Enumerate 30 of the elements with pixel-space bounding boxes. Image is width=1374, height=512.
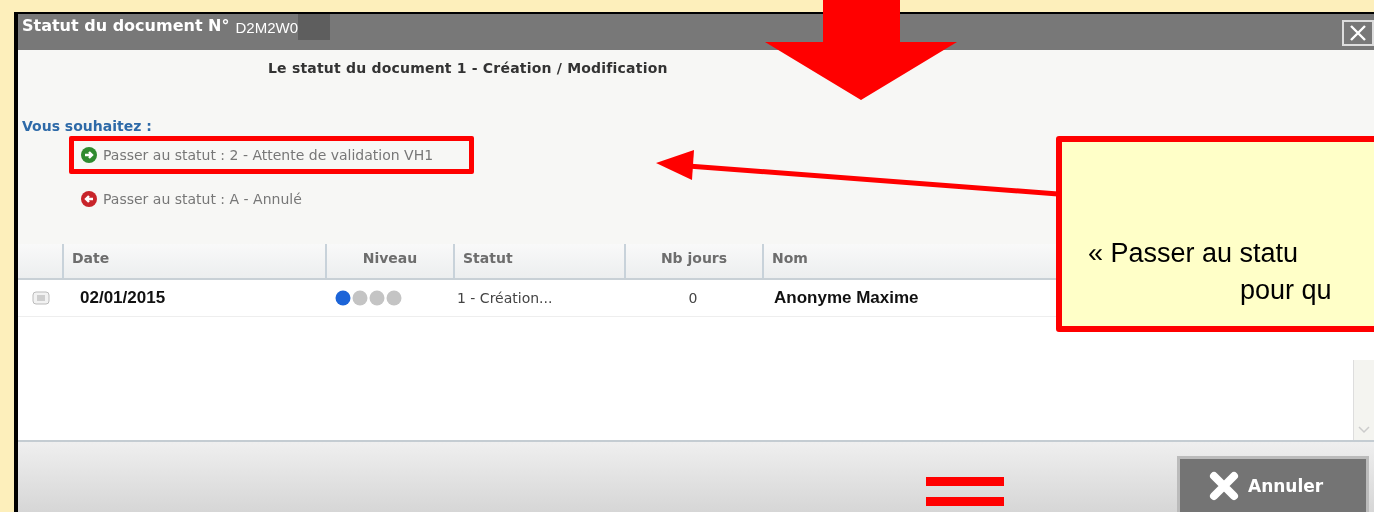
document-number: D2M2W0 [235,19,298,36]
column-header[interactable]: Date [62,244,325,278]
note-icon[interactable] [32,291,50,305]
equals-icon [926,477,1004,506]
callout-text: pour qu [1240,275,1332,306]
window-title: Statut du document N° [22,16,230,35]
right-arrow-icon [81,147,97,163]
status-option-link[interactable]: Passer au statut : A - Annulé [69,180,343,218]
close-button[interactable] [1342,20,1374,46]
column-header[interactable]: Nb jours [624,244,762,278]
level-dot-filled-icon [335,290,351,306]
close-icon [1208,470,1240,501]
status-message: Le statut du document 1 - Création / Modification [268,60,669,76]
column-header[interactable]: Nom [762,244,1052,278]
callout-text: « Passer au statu [1088,238,1299,269]
column-header[interactable]: Statut [453,244,624,278]
prompt-label: Vous souhaitez : [22,118,153,134]
left-arrow-icon [81,191,97,207]
status-option-link[interactable]: Passer au statut : 2 - Attente de validation VH1 [69,136,475,174]
table-cell-text: 0 [687,290,699,306]
column-header[interactable]: Niveau [325,244,453,278]
down-arrow-icon [765,0,957,100]
scrollbar[interactable] [1353,360,1374,440]
table-cell-text: 02/01/2015 [79,288,167,308]
scroll-down-icon[interactable] [1357,424,1371,436]
redaction-block [298,14,330,40]
table-cell-text: Anonyme Maxime [773,288,920,308]
cancel-button[interactable]: Annuler [1177,456,1369,512]
close-icon [1349,24,1367,42]
table-cell-text: 1 - Création... [456,290,554,306]
